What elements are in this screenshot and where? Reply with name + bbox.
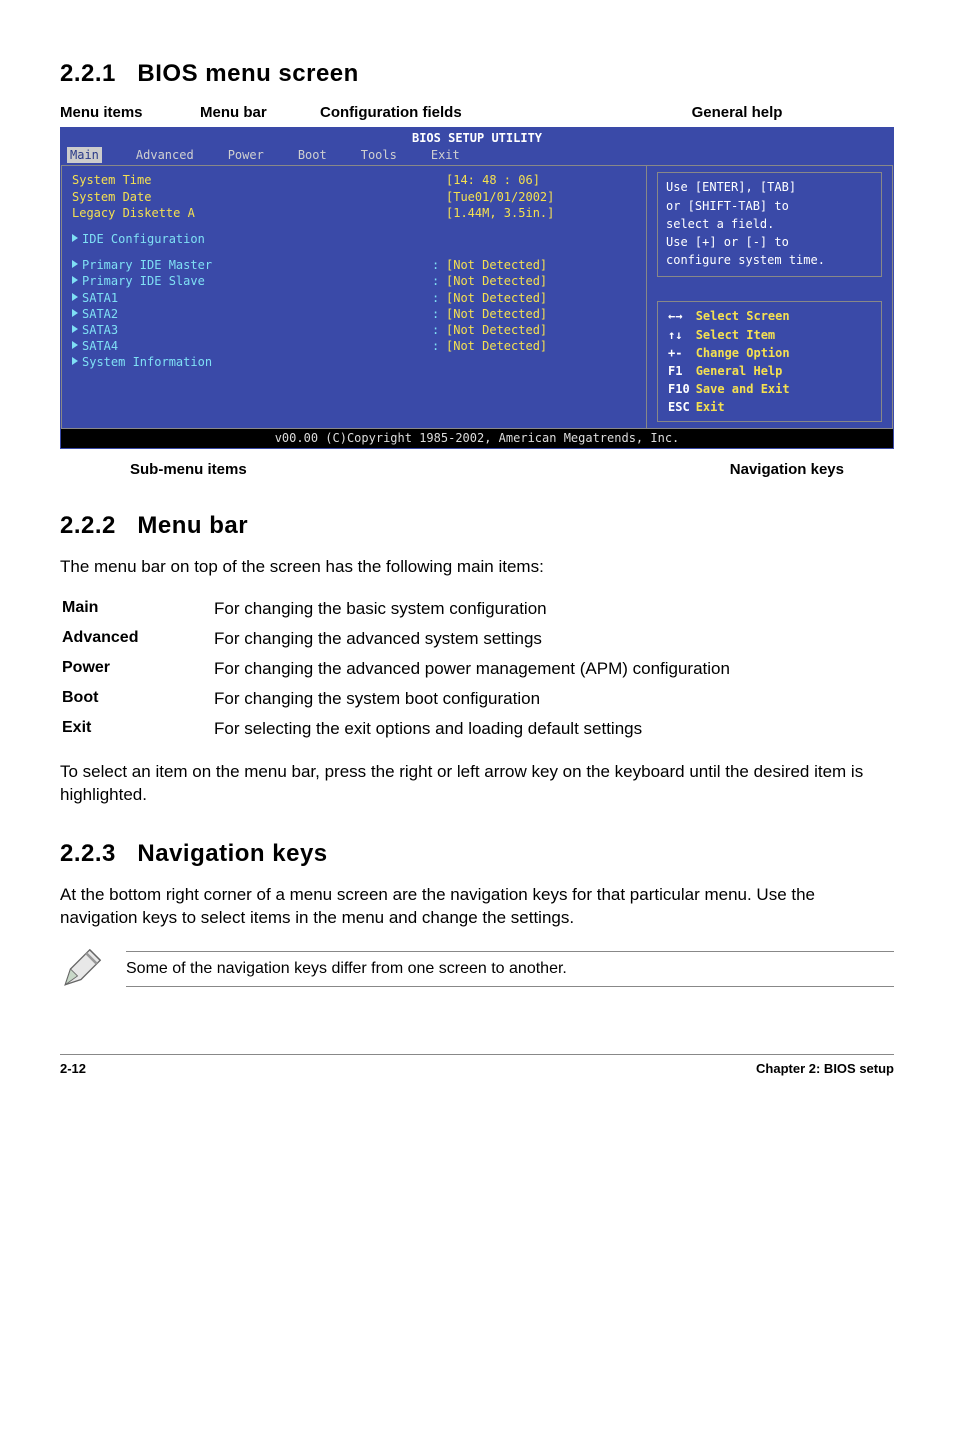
help-line: select a field.: [666, 216, 873, 232]
def-desc: For changing the system boot configurati…: [214, 685, 730, 713]
note-text: Some of the navigation keys differ from …: [126, 951, 894, 987]
diagram-bottom-labels: Sub-menu items Navigation keys: [130, 461, 844, 478]
nav-row: ESCExit: [666, 399, 792, 415]
label-config-fields: Configuration fields: [320, 104, 462, 121]
def-row: ExitFor selecting the exit options and l…: [62, 715, 730, 743]
pencil-icon: [60, 948, 102, 990]
bios-right-panel: Use [ENTER], [TAB] or [SHIFT-TAB] to sel…: [647, 166, 892, 428]
label-navigation-keys: Navigation keys: [730, 461, 844, 478]
tab-boot[interactable]: Boot: [298, 147, 327, 163]
row-system-information[interactable]: System Information: [72, 354, 636, 370]
def-desc: For changing the advanced system setting…: [214, 625, 730, 653]
section-num: 2.2.1: [60, 60, 116, 87]
def-row: BootFor changing the system boot configu…: [62, 685, 730, 713]
row-sata3[interactable]: SATA3:[Not Detected]: [72, 322, 636, 338]
def-row: PowerFor changing the advanced power man…: [62, 655, 730, 683]
row-system-time[interactable]: System Time[14: 48 : 06]: [72, 172, 636, 188]
row-ide-config[interactable]: IDE Configuration: [72, 231, 636, 247]
help-line: Use [ENTER], [TAB]: [666, 179, 873, 195]
section-num: 2.2.3: [60, 840, 116, 867]
tab-advanced[interactable]: Advanced: [136, 147, 194, 163]
page-footer: 2-12 Chapter 2: BIOS setup: [60, 1054, 894, 1076]
bios-title: BIOS SETUP UTILITY: [61, 128, 893, 147]
row-sata4[interactable]: SATA4:[Not Detected]: [72, 338, 636, 354]
help-line: configure system time.: [666, 252, 873, 268]
bios-copyright: v00.00 (C)Copyright 1985-2002, American …: [61, 429, 893, 447]
triangle-icon: [72, 357, 78, 365]
s2-intro: The menu bar on top of the screen has th…: [60, 556, 894, 579]
section-heading-221: 2.2.1 BIOS menu screen: [60, 60, 894, 88]
diagram-top-labels: Menu items Menu bar Configuration fields…: [60, 104, 894, 121]
section-title: Navigation keys: [137, 840, 327, 867]
nav-row: F10Save and Exit: [666, 381, 792, 397]
def-row: AdvancedFor changing the advanced system…: [62, 625, 730, 653]
tab-exit[interactable]: Exit: [431, 147, 460, 163]
def-term: Main: [62, 595, 212, 623]
section-num: 2.2.2: [60, 512, 116, 539]
nav-row: F1General Help: [666, 363, 792, 379]
nav-row: +-Change Option: [666, 345, 792, 361]
triangle-icon: [72, 276, 78, 284]
nav-row: ←→Select Screen: [666, 308, 792, 324]
triangle-icon: [72, 341, 78, 349]
def-term: Advanced: [62, 625, 212, 653]
def-desc: For changing the advanced power manageme…: [214, 655, 730, 683]
section-heading-222: 2.2.2 Menu bar: [60, 512, 894, 540]
bios-menubar[interactable]: Main Advanced Power Boot Tools Exit: [61, 147, 893, 165]
nav-row: ↑↓Select Item: [666, 327, 792, 343]
s3-para: At the bottom right corner of a menu scr…: [60, 884, 894, 930]
def-term: Exit: [62, 715, 212, 743]
triangle-icon: [72, 293, 78, 301]
def-desc: For changing the basic system configurat…: [214, 595, 730, 623]
bios-screenshot: BIOS SETUP UTILITY Main Advanced Power B…: [60, 127, 894, 449]
tab-power[interactable]: Power: [228, 147, 264, 163]
tab-main[interactable]: Main: [67, 147, 102, 163]
row-primary-ide-slave[interactable]: Primary IDE Slave:[Not Detected]: [72, 273, 636, 289]
row-sata2[interactable]: SATA2:[Not Detected]: [72, 306, 636, 322]
def-row: MainFor changing the basic system config…: [62, 595, 730, 623]
label-menu-items: Menu items: [60, 104, 143, 121]
help-line: or [SHIFT-TAB] to: [666, 198, 873, 214]
label-menu-bar: Menu bar: [200, 104, 267, 121]
row-sata1[interactable]: SATA1:[Not Detected]: [72, 290, 636, 306]
triangle-icon: [72, 325, 78, 333]
note-block: Some of the navigation keys differ from …: [60, 948, 894, 990]
triangle-icon: [72, 234, 78, 242]
def-term: Boot: [62, 685, 212, 713]
help-text-box: Use [ENTER], [TAB] or [SHIFT-TAB] to sel…: [657, 172, 882, 277]
row-primary-ide-master[interactable]: Primary IDE Master:[Not Detected]: [72, 257, 636, 273]
section-title: Menu bar: [137, 512, 248, 539]
section-heading-223: 2.2.3 Navigation keys: [60, 840, 894, 868]
triangle-icon: [72, 260, 78, 268]
label-sub-menu-items: Sub-menu items: [130, 461, 247, 478]
section-title: BIOS menu screen: [137, 60, 358, 87]
nav-keys-box: ←→Select Screen ↑↓Select Item +-Change O…: [657, 301, 882, 422]
row-legacy-diskette[interactable]: Legacy Diskette A[1.44M, 3.5in.]: [72, 205, 636, 221]
s2-outro: To select an item on the menu bar, press…: [60, 761, 894, 807]
row-system-date[interactable]: System Date[Tue01/01/2002]: [72, 189, 636, 205]
chapter-label: Chapter 2: BIOS setup: [756, 1061, 894, 1076]
tab-tools[interactable]: Tools: [361, 147, 397, 163]
menu-def-table: MainFor changing the basic system config…: [60, 593, 732, 745]
def-term: Power: [62, 655, 212, 683]
label-general-help: General help: [692, 104, 783, 121]
triangle-icon: [72, 309, 78, 317]
def-desc: For selecting the exit options and loadi…: [214, 715, 730, 743]
page-number: 2-12: [60, 1061, 86, 1076]
bios-left-panel: System Time[14: 48 : 06] System Date[Tue…: [62, 166, 647, 428]
help-line: Use [+] or [-] to: [666, 234, 873, 250]
